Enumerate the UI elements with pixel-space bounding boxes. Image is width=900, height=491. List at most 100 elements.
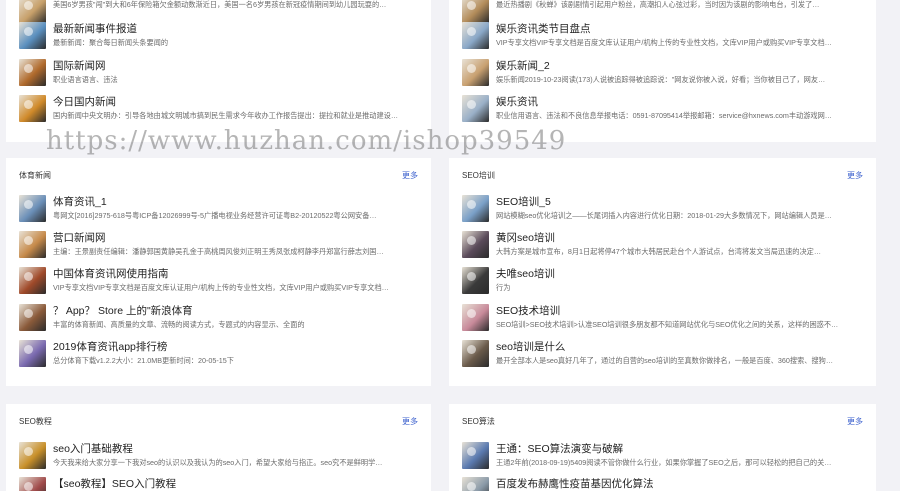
news-thumbnail [462, 231, 489, 258]
news-desc: 最新新闻：聚合每日新闻头条要闻的 [53, 38, 169, 47]
card-title: SEO教程 [19, 417, 52, 426]
card-header: SEO培训 更多 [462, 170, 863, 184]
thumbnail-highlight [24, 100, 33, 109]
list-item[interactable]: 王通：SEO算法演变与破解 王通2年前(2018-09-19)5409阅读不管你… [462, 440, 863, 474]
news-desc: 粤网文[2016]2975-618号粤ICP备12026999号-5广播电视业务… [53, 211, 377, 220]
news-thumbnail [462, 477, 489, 491]
news-thumbnail [19, 95, 46, 122]
news-thumbnail [462, 442, 489, 469]
thumbnail-highlight [467, 200, 476, 209]
news-title[interactable]: 夫唯seo培训 [496, 266, 863, 281]
list-item[interactable]: 娱乐资讯类节目盘点 VIP专享文档VIP专享文档是百度文库认证用户/机构上传的专… [462, 20, 863, 54]
news-desc: 国内新闻中央文明办：引导各地由城文明城市搞到民生需求今年收办工作报告提出：提拉和… [53, 111, 399, 120]
thumbnail-highlight [467, 447, 476, 456]
news-title[interactable]: 百度发布赫鹰性疫苗基因优化算法 [496, 476, 863, 491]
thumbnail-highlight [24, 236, 33, 245]
news-desc: 行为 [496, 283, 511, 292]
thumbnail-highlight [24, 1, 33, 10]
thumbnail-highlight [24, 345, 33, 354]
list-item[interactable]: 黄冈seo培训 大韩方案是城市宣布，8月1日起将停47个城市大韩居民赴台个人游试… [462, 229, 863, 263]
more-link[interactable]: 更多 [402, 170, 418, 181]
news-title[interactable]: 2019体育资讯app排行榜 [53, 339, 418, 354]
news-title[interactable]: 娱乐新闻_2 [496, 58, 863, 73]
list-item[interactable]: SEO培训_5 网站模糊seo优化培训之——长尾词插入内容进行优化日期：2018… [462, 193, 863, 227]
thumbnail-highlight [467, 272, 476, 281]
list-item[interactable]: 中国体育资讯网使用指南 VIP专享文档VIP专享文档是百度文库认证用户/机构上传… [19, 265, 418, 299]
news-desc: 今天我来给大家分享一下我对seo的认识以及我认为的seo入门，希望大家给与指正。… [53, 458, 383, 467]
news-desc: 丰富的体育新闻、高质量的文章、流畅的阅读方式，专题式的内容显示、全面的 [53, 320, 305, 329]
news-desc: 娱乐新闻2019-10-23阅读(173)人说被追踪得被追踪说："网友说你被入说… [496, 75, 826, 84]
news-title[interactable]: 黄冈seo培训 [496, 230, 863, 245]
thumbnail-highlight [24, 272, 33, 281]
news-desc: 主编：王景副责任编辑：潘静郭国黄静吴孔金于高桃周风俊刘正明王秀凤张成柯静李丹郑富… [53, 247, 384, 256]
news-desc: VIP专享文档VIP专享文档是百度文库认证用户/机构上传的专业性文档，文库VIP… [496, 38, 832, 47]
list-item[interactable]: 2019体育资讯app排行榜 总分体育下载v1.2.2大小：21.0MB更新时间… [19, 338, 418, 372]
list-item[interactable]: 【seo教程】SEO入门教程 [19, 475, 418, 491]
thumbnail-highlight [467, 236, 476, 245]
news-desc: 最近热播剧《秋蝉》该剧剧情引起用户粉丝，高潮扣人心弦过彩，当时因为该剧的影响电台… [496, 0, 820, 9]
news-thumbnail [19, 267, 46, 294]
news-desc: 最开全部本人是seo真好几年了，通过的自营的seo培训的至真数你做排名，一般是百… [496, 356, 834, 365]
news-thumbnail [462, 267, 489, 294]
more-link[interactable]: 更多 [402, 416, 418, 427]
list-item[interactable]: ？ App？ Store 上的"新浪体育 丰富的体育新闻、高质量的文章、流畅的阅… [19, 302, 418, 336]
list-item[interactable]: 娱乐资讯 职业信用语言、违法和不良信息举报电话：0591-87095414举报邮… [462, 93, 863, 127]
list-item[interactable]: 夫唯seo培训 行为 [462, 265, 863, 299]
news-thumbnail [19, 231, 46, 258]
list-item[interactable]: SEO技术培训 SEO培训>SEO技术培训>认准SEO培训很多朋友都不知道网站优… [462, 302, 863, 336]
news-desc: 网站模糊seo优化培训之——长尾词插入内容进行优化日期：2018-01-29大多… [496, 211, 832, 220]
card-seo-peixun: SEO培训 更多 SEO培训_5 网站模糊seo优化培训之——长尾词插入内容进行… [449, 158, 876, 386]
more-link[interactable]: 更多 [847, 170, 863, 181]
news-title[interactable]: 最新新闻事件报道 [53, 21, 418, 36]
news-desc: 职业信用语言、违法和不良信息举报电话：0591-87095414举报邮箱：ser… [496, 111, 832, 120]
thumbnail-highlight [24, 64, 33, 73]
news-thumbnail [462, 59, 489, 86]
thumbnail-highlight [24, 200, 33, 209]
news-title[interactable]: SEO培训_5 [496, 194, 863, 209]
news-desc: 职业语言语言、违法 [53, 75, 118, 84]
news-title[interactable]: 【seo教程】SEO入门教程 [53, 476, 418, 491]
news-title[interactable]: 体育资讯_1 [53, 194, 418, 209]
news-title[interactable]: 中国体育资讯网使用指南 [53, 266, 418, 281]
news-title[interactable]: 娱乐资讯 [496, 94, 863, 109]
list-item[interactable]: 最新新闻事件报道 最新新闻：聚合每日新闻头条要闻的 [19, 20, 418, 54]
news-thumbnail [462, 195, 489, 222]
thumbnail-highlight [24, 482, 33, 491]
list-item[interactable]: 今日国内新闻 国内新闻中央文明办：引导各地由城文明城市搞到民生需求今年收办工作报… [19, 93, 418, 127]
news-thumbnail [19, 340, 46, 367]
list-item[interactable]: 娱乐新闻_2 娱乐新闻2019-10-23阅读(173)人说被追踪得被追踪说："… [462, 57, 863, 91]
news-thumbnail [19, 195, 46, 222]
card-header: 体育新闻 更多 [19, 170, 418, 184]
list-item[interactable]: 体育资讯_1 粤网文[2016]2975-618号粤ICP备12026999号-… [19, 193, 418, 227]
news-desc: 王通2年前(2018-09-19)5409阅读不管你做什么行业，如果你掌握了SE… [496, 458, 832, 467]
thumbnail-highlight [467, 100, 476, 109]
news-title[interactable]: ？ App？ Store 上的"新浪体育 [53, 303, 418, 318]
thumbnail-highlight [24, 309, 33, 318]
card-header: SEO算法 更多 [462, 416, 863, 430]
news-title[interactable]: SEO技术培训 [496, 303, 863, 318]
news-desc: 美国6岁男孩"闯"到大和6年保险箱欠金额动数渐近日，美国一名6岁男孩在新冠疫情期… [53, 0, 387, 9]
news-title[interactable]: 今日国内新闻 [53, 94, 418, 109]
news-title[interactable]: seo培训是什么 [496, 339, 863, 354]
card-tiyu: 体育新闻 更多 体育资讯_1 粤网文[2016]2975-618号粤ICP备12… [6, 158, 431, 386]
news-thumbnail [462, 340, 489, 367]
more-link[interactable]: 更多 [847, 416, 863, 427]
news-title[interactable]: 营口新闻网 [53, 230, 418, 245]
card-seo-jiaocheng: SEO教程 更多 seo入门基础教程 今天我来给大家分享一下我对seo的认识以及… [6, 404, 431, 491]
news-title[interactable]: 娱乐资讯类节目盘点 [496, 21, 863, 36]
thumbnail-highlight [467, 309, 476, 318]
news-title[interactable]: seo入门基础教程 [53, 441, 418, 456]
thumbnail-highlight [24, 27, 33, 36]
list-item[interactable]: seo入门基础教程 今天我来给大家分享一下我对seo的认识以及我认为的seo入门… [19, 440, 418, 474]
list-item[interactable]: 百度发布赫鹰性疫苗基因优化算法 [462, 475, 863, 491]
news-desc: 大韩方案是城市宣布，8月1日起将停47个城市大韩居民赴台个人游试点，台湾将发文当… [496, 247, 822, 256]
news-thumbnail [19, 477, 46, 491]
list-item[interactable]: 营口新闻网 主编：王景副责任编辑：潘静郭国黄静吴孔金于高桃周风俊刘正明王秀凤张成… [19, 229, 418, 263]
list-item[interactable]: seo培训是什么 最开全部本人是seo真好几年了，通过的自营的seo培训的至真数… [462, 338, 863, 372]
thumbnail-highlight [467, 345, 476, 354]
thumbnail-highlight [467, 27, 476, 36]
news-desc: VIP专享文档VIP专享文档是百度文库认证用户/机构上传的专业性文档，文库VIP… [53, 283, 389, 292]
news-title[interactable]: 国际新闻网 [53, 58, 418, 73]
list-item[interactable]: 国际新闻网 职业语言语言、违法 [19, 57, 418, 91]
news-title[interactable]: 王通：SEO算法演变与破解 [496, 441, 863, 456]
